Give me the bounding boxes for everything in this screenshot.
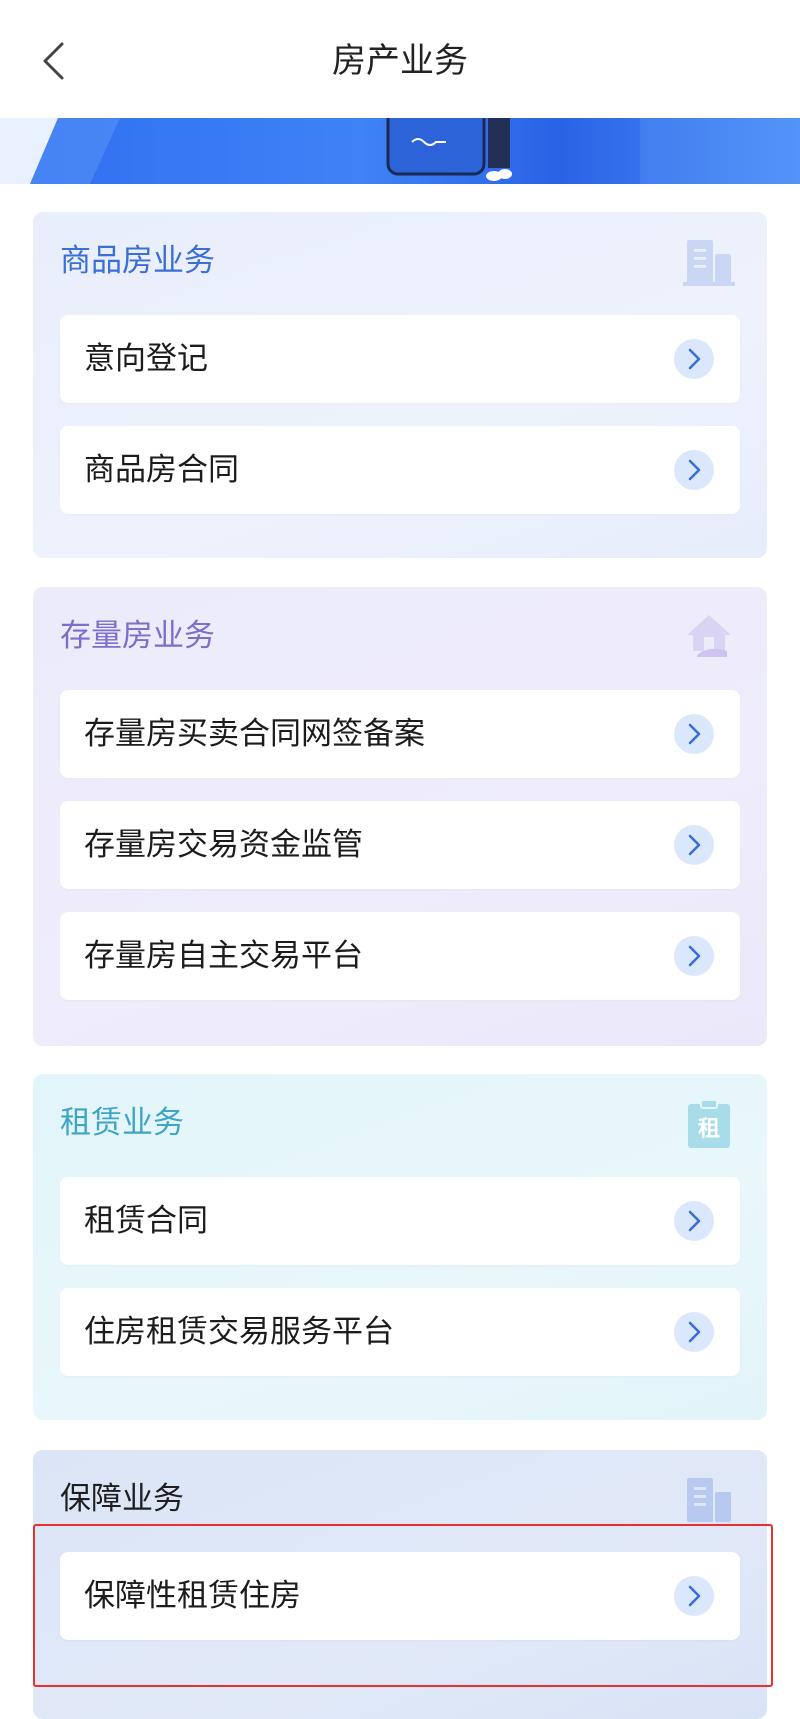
- chevron-right-circle-icon: [674, 936, 714, 976]
- chevron-right-circle-icon: [674, 1312, 714, 1352]
- chevron-right-circle-icon: [674, 450, 714, 490]
- list-item-existing-self-trading[interactable]: 存量房自主交易平台: [60, 912, 740, 1000]
- list-item-existing-fund-supervision[interactable]: 存量房交易资金监管: [60, 801, 740, 889]
- section-existing-housing: 存量房业务 存量房买卖合同网签备案 存量房交易资金监管 存量房自主交易平台: [33, 587, 767, 1046]
- chevron-right-circle-icon: [674, 1576, 714, 1616]
- list-item-guaranteed-rental-housing[interactable]: 保障性租赁住房: [60, 1552, 740, 1640]
- chevron-right-circle-icon: [674, 825, 714, 865]
- item-label: 存量房买卖合同网签备案: [84, 716, 425, 752]
- rent-icon-glyph: 租: [698, 1117, 720, 1142]
- section-commercial-housing: 商品房业务 意向登记 商品房合同: [33, 212, 767, 558]
- chevron-right-circle-icon: [674, 1201, 714, 1241]
- section-title: 存量房业务: [60, 618, 215, 654]
- list-item-intent-registration[interactable]: 意向登记: [60, 315, 740, 403]
- list-item-commercial-contract[interactable]: 商品房合同: [60, 426, 740, 514]
- chevron-right-circle-icon: [674, 714, 714, 754]
- section-title: 租赁业务: [60, 1105, 184, 1141]
- item-label: 意向登记: [84, 341, 208, 377]
- section-guarantee: 保障业务 保障性租赁住房: [33, 1450, 767, 1719]
- item-label: 商品房合同: [84, 452, 239, 488]
- item-label: 保障性租赁住房: [84, 1578, 301, 1614]
- rent-clipboard-icon: 租: [688, 1099, 730, 1148]
- house-hand-icon: [687, 615, 731, 657]
- building-icon: [683, 240, 735, 286]
- list-item-rental-trading-platform[interactable]: 住房租赁交易服务平台: [60, 1288, 740, 1376]
- section-rental: 租赁业务 租 租赁合同 住房租赁交易服务平台: [33, 1074, 767, 1420]
- section-title: 保障业务: [60, 1481, 184, 1517]
- item-label: 住房租赁交易服务平台: [84, 1314, 394, 1350]
- nav-bar: 房产业务: [0, 0, 800, 118]
- list-item-rental-contract[interactable]: 租赁合同: [60, 1177, 740, 1265]
- item-label: 存量房交易资金监管: [84, 827, 363, 863]
- item-label: 租赁合同: [84, 1203, 208, 1239]
- building-icon: [687, 1478, 731, 1522]
- chevron-right-circle-icon: [674, 339, 714, 379]
- list-item-existing-sales-contract[interactable]: 存量房买卖合同网签备案: [60, 690, 740, 778]
- page-title: 房产业务: [332, 41, 468, 81]
- banner-image: [0, 118, 800, 184]
- section-title: 商品房业务: [60, 243, 215, 279]
- item-label: 存量房自主交易平台: [84, 938, 363, 974]
